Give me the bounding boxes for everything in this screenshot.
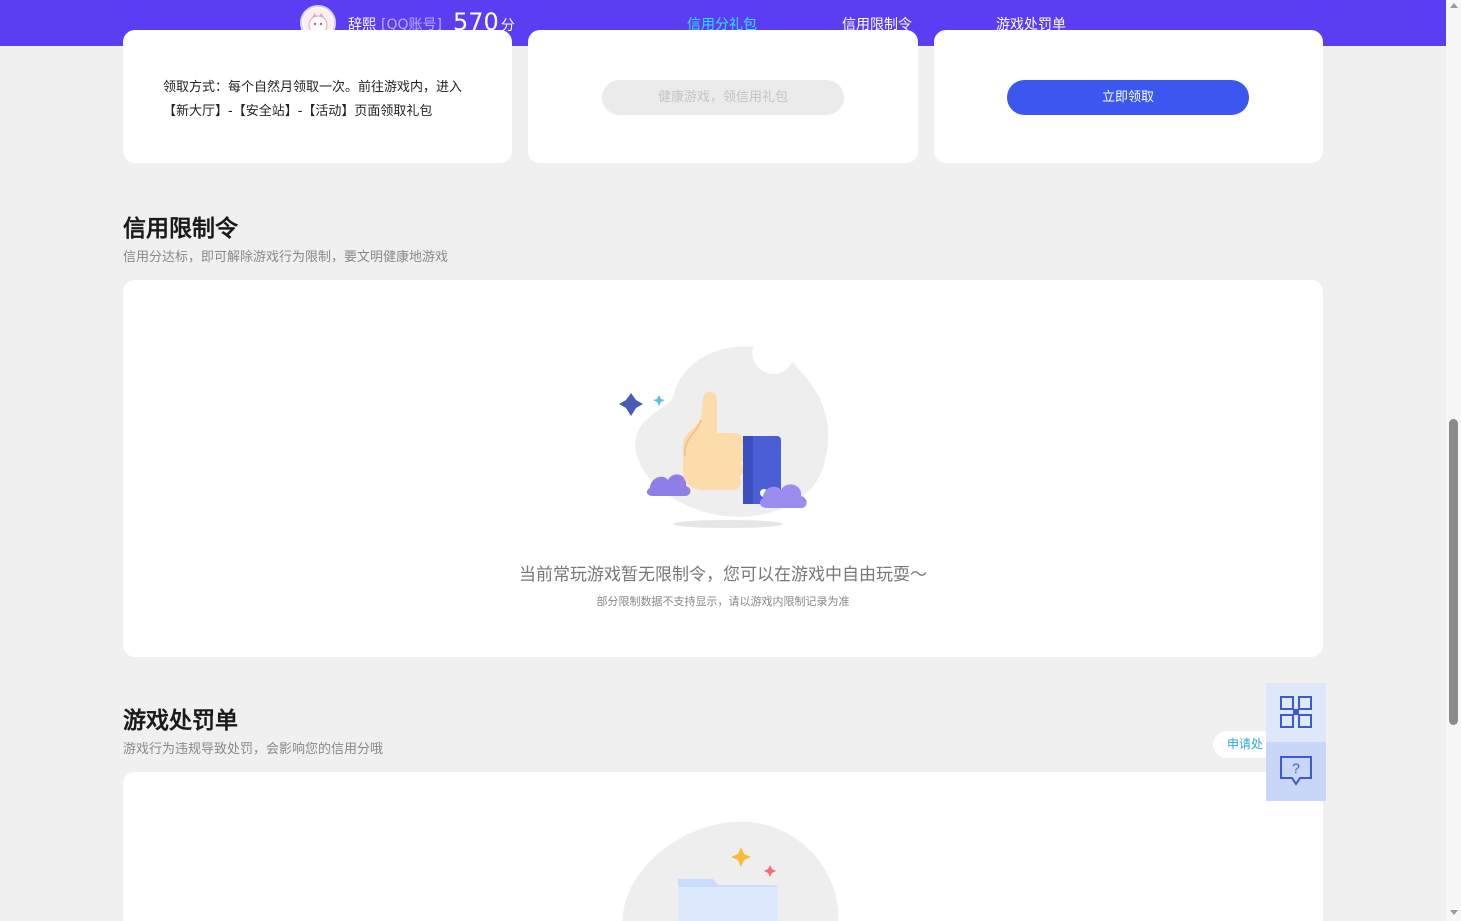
scroll-up-arrow-icon[interactable] <box>1450 3 1458 8</box>
restriction-title: 信用限制令 <box>123 216 238 242</box>
thumbs-up-illustration <box>619 344 829 528</box>
claim-now-button[interactable]: 立即领取 <box>1007 80 1249 115</box>
svg-text:?: ? <box>1292 760 1300 776</box>
qr-code-icon <box>1280 696 1312 728</box>
help-feedback-button[interactable]: ? <box>1266 742 1326 801</box>
help-chat-icon: ? <box>1280 756 1312 786</box>
penalty-panel <box>123 772 1323 921</box>
penalty-subtitle: 游戏行为违规导致处罚，会影响您的信用分哦 <box>123 742 384 757</box>
health-gift-button-disabled: 健康游戏，领信用礼包 <box>602 80 844 115</box>
scrollbar-thumb[interactable] <box>1449 419 1458 725</box>
folder-illustration <box>622 821 839 921</box>
restriction-empty-text: 当前常玩游戏暂无限制令，您可以在游戏中自由玩耍～ <box>519 565 927 585</box>
penalty-title: 游戏处罚单 <box>123 708 238 734</box>
restriction-subtitle: 信用分达标，即可解除游戏行为限制，要文明健康地游戏 <box>123 250 449 265</box>
scroll-down-arrow-icon[interactable] <box>1450 910 1458 915</box>
restriction-empty-note: 部分限制数据不支持显示，请以游戏内限制记录为准 <box>596 595 850 608</box>
claim-method-text: 领取方式：每个自然月领取一次。前往游戏内，进入【新大厅】-【安全站】-【活动】页… <box>163 80 463 119</box>
qr-code-button[interactable] <box>1266 683 1326 742</box>
